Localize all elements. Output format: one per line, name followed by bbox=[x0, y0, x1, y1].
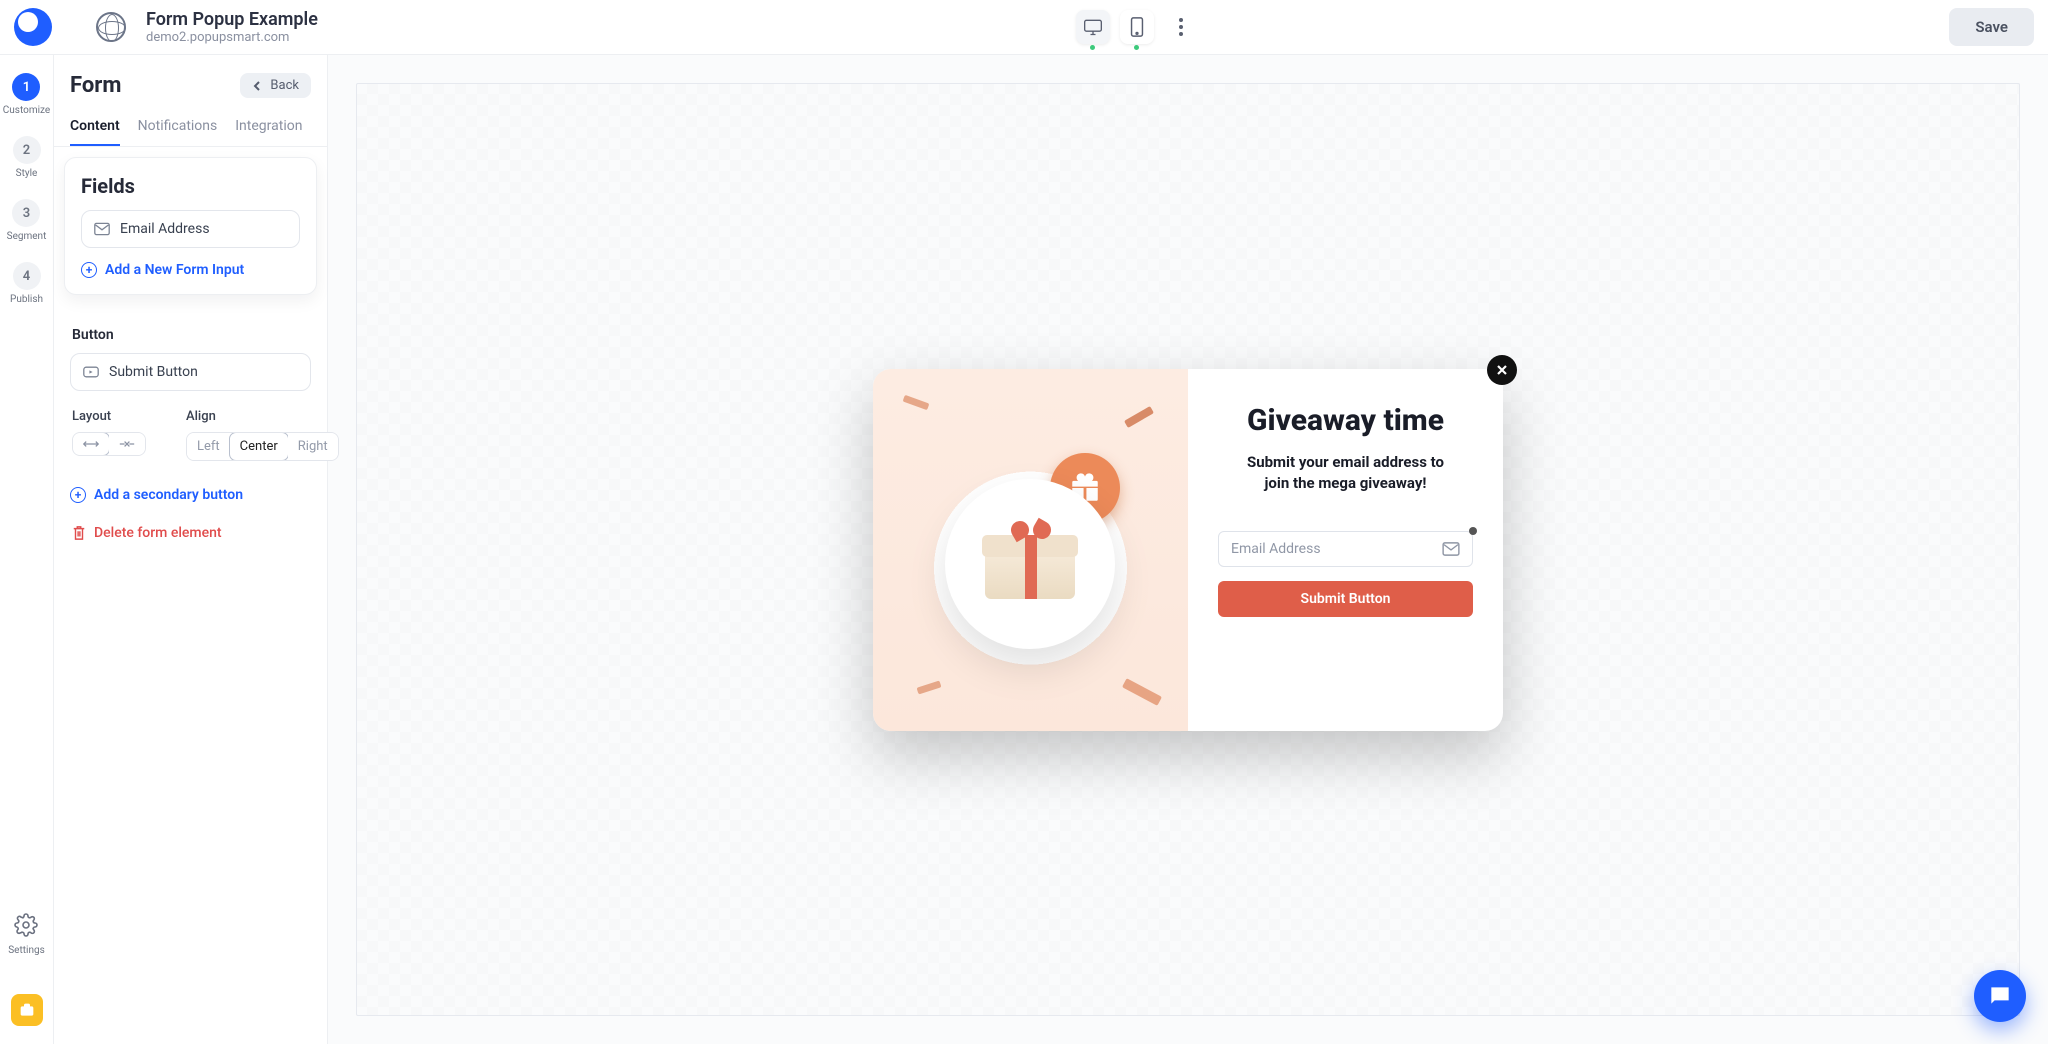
step-number: 2 bbox=[13, 136, 41, 164]
popup-headline[interactable]: Giveaway time bbox=[1247, 403, 1444, 438]
layout-inline[interactable] bbox=[109, 433, 145, 455]
step-customize[interactable]: 1 Customize bbox=[3, 73, 50, 116]
delete-label: Delete form element bbox=[94, 525, 222, 541]
step-style[interactable]: 2 Style bbox=[13, 136, 41, 179]
align-toggle-group: Left Center Right bbox=[186, 432, 339, 461]
more-menu-button[interactable] bbox=[1170, 10, 1192, 44]
button-section-title: Button bbox=[72, 327, 311, 343]
fields-title: Fields bbox=[81, 174, 300, 198]
plus-icon: + bbox=[70, 487, 86, 503]
device-mobile-button[interactable] bbox=[1120, 10, 1154, 44]
editor-panel: Form Back Content Notifications Integrat… bbox=[54, 55, 328, 1044]
popup-subtext-line2: join the mega giveaway! bbox=[1265, 474, 1427, 492]
panel-header: Form Back bbox=[54, 55, 327, 108]
popup-subtext-line1: Submit your email address to bbox=[1247, 453, 1444, 471]
button-section: Button Submit Button Layout Align bbox=[54, 305, 327, 563]
field-label: Email Address bbox=[120, 221, 210, 237]
preview-canvas: Giveaway time Submit your email address … bbox=[328, 55, 2048, 1044]
save-button[interactable]: Save bbox=[1949, 8, 2034, 46]
package-button[interactable] bbox=[11, 994, 43, 1026]
popup-image-side bbox=[873, 369, 1188, 731]
step-label: Customize bbox=[3, 105, 50, 116]
mobile-icon bbox=[1130, 17, 1144, 37]
step-label: Style bbox=[16, 168, 38, 179]
tab-integration[interactable]: Integration bbox=[235, 108, 302, 146]
chat-icon bbox=[1987, 983, 2013, 1009]
layout-toggle-group bbox=[72, 432, 146, 456]
popup-close-button[interactable] bbox=[1487, 355, 1517, 385]
top-bar-left: Form Popup Example demo2.popupsmart.com bbox=[14, 8, 318, 46]
settings-button[interactable]: Settings bbox=[8, 913, 45, 956]
field-email-address[interactable]: Email Address bbox=[81, 210, 300, 248]
campaign-title: Form Popup Example bbox=[146, 9, 318, 30]
step-number: 1 bbox=[12, 73, 40, 101]
layout-title: Layout bbox=[72, 409, 146, 424]
align-controls: Align Left Center Right bbox=[186, 409, 339, 461]
confetti-icon bbox=[1122, 678, 1162, 706]
brand-logo[interactable] bbox=[14, 8, 52, 46]
panel-title: Form bbox=[70, 73, 121, 98]
tab-content[interactable]: Content bbox=[70, 108, 120, 146]
confetti-icon bbox=[903, 394, 930, 409]
briefcase-icon bbox=[19, 1002, 35, 1018]
align-center[interactable]: Center bbox=[229, 432, 289, 461]
add-input-button[interactable]: + Add a New Form Input bbox=[81, 262, 300, 278]
back-label: Back bbox=[270, 78, 299, 93]
mail-icon bbox=[1442, 542, 1460, 556]
delete-element-button[interactable]: Delete form element bbox=[72, 525, 309, 541]
mobile-active-dot bbox=[1134, 45, 1139, 50]
popup-email-placeholder: Email Address bbox=[1231, 541, 1434, 557]
desktop-icon bbox=[1083, 18, 1103, 36]
globe-icon bbox=[96, 12, 126, 42]
align-title: Align bbox=[186, 409, 339, 424]
button-icon bbox=[83, 365, 99, 379]
popup-form-side: Giveaway time Submit your email address … bbox=[1188, 369, 1503, 731]
arrow-left-icon bbox=[252, 80, 264, 92]
layout-controls: Layout bbox=[72, 409, 146, 461]
popup-preview[interactable]: Giveaway time Submit your email address … bbox=[873, 369, 1503, 731]
panel-tabs: Content Notifications Integration bbox=[54, 108, 327, 147]
settings-label: Settings bbox=[8, 945, 45, 956]
step-label: Publish bbox=[10, 294, 43, 305]
add-input-label: Add a New Form Input bbox=[105, 262, 244, 278]
campaign-title-block: Form Popup Example demo2.popupsmart.com bbox=[146, 9, 318, 45]
step-rail: 1 Customize 2 Style 3 Segment 4 Publish … bbox=[0, 55, 54, 1044]
step-number: 4 bbox=[13, 262, 41, 290]
confetti-icon bbox=[917, 680, 942, 694]
add-secondary-button[interactable]: + Add a secondary button bbox=[70, 487, 311, 503]
trash-icon bbox=[72, 525, 86, 541]
confetti-icon bbox=[1124, 406, 1154, 428]
align-left[interactable]: Left bbox=[187, 433, 230, 460]
device-switcher bbox=[318, 10, 1949, 44]
tab-notifications[interactable]: Notifications bbox=[138, 108, 218, 146]
step-label: Segment bbox=[7, 231, 47, 242]
fields-card: Fields Email Address + Add a New Form In… bbox=[64, 157, 317, 295]
required-indicator bbox=[1469, 527, 1477, 535]
gear-icon bbox=[14, 913, 38, 937]
popup-email-input[interactable]: Email Address bbox=[1218, 531, 1473, 567]
campaign-domain: demo2.popupsmart.com bbox=[146, 30, 318, 45]
arrows-horizontal-icon bbox=[83, 439, 99, 449]
add-secondary-label: Add a secondary button bbox=[94, 487, 243, 503]
close-icon bbox=[1496, 364, 1508, 376]
gift-illustration bbox=[945, 479, 1115, 649]
mail-icon bbox=[94, 222, 110, 236]
step-publish[interactable]: 4 Publish bbox=[10, 262, 43, 305]
device-desktop-button[interactable] bbox=[1076, 10, 1110, 44]
arrows-collapse-icon bbox=[119, 439, 135, 449]
submit-button-field[interactable]: Submit Button bbox=[70, 353, 311, 391]
top-bar: Form Popup Example demo2.popupsmart.com … bbox=[0, 0, 2048, 55]
step-segment[interactable]: 3 Segment bbox=[7, 199, 47, 242]
help-chat-button[interactable] bbox=[1974, 970, 2026, 1022]
submit-button-label: Submit Button bbox=[109, 364, 198, 380]
back-button[interactable]: Back bbox=[240, 73, 311, 98]
desktop-active-dot bbox=[1090, 45, 1095, 50]
plus-icon: + bbox=[81, 262, 97, 278]
step-number: 3 bbox=[12, 199, 40, 227]
popup-submit-button[interactable]: Submit Button bbox=[1218, 581, 1473, 617]
popup-subtext[interactable]: Submit your email address to join the me… bbox=[1247, 452, 1444, 496]
layout-full-width[interactable] bbox=[72, 432, 110, 456]
